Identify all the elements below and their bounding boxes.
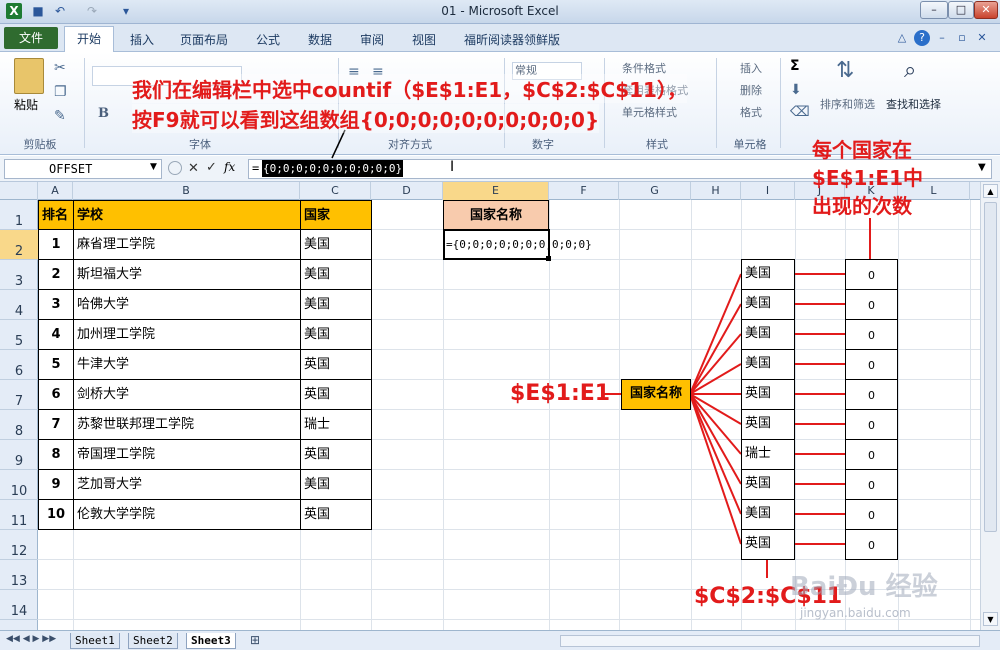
tab-sheet3[interactable]: Sheet3 <box>186 633 236 649</box>
diagram-count: 0 <box>845 439 898 470</box>
diagram-count: 0 <box>845 289 898 320</box>
diagram-center-label: 国家名称 <box>621 379 691 410</box>
diagram-country: 美国 <box>741 319 795 350</box>
diagram-country: 美国 <box>741 499 795 530</box>
diagram-country: 英国 <box>741 409 795 440</box>
connector-line <box>689 393 742 455</box>
diagram-count: 0 <box>845 349 898 380</box>
diagram-country: 英国 <box>741 469 795 500</box>
connector-line <box>689 273 742 395</box>
scroll-down-icon[interactable]: ▼ <box>983 612 998 626</box>
diagram-count: 0 <box>845 409 898 440</box>
diagram-country: 英国 <box>741 379 795 410</box>
diagram-country: 美国 <box>741 349 795 380</box>
baidu-watermark-logo: BaiÐu 经验 <box>790 572 938 602</box>
connector-line <box>689 393 742 515</box>
annotation-right-line3: 出现的次数 <box>812 194 912 218</box>
diagram-count: 0 <box>845 529 898 560</box>
diagram-count: 0 <box>845 319 898 350</box>
annotation-top-line1: 我们在编辑栏中选中countif（$E$1:E1，$C$2:$C$11）， <box>132 74 687 103</box>
pointer-line <box>331 129 346 159</box>
vertical-scrollbar[interactable]: ▲ ▼ <box>980 182 1000 630</box>
diagram-country: 美国 <box>741 259 795 290</box>
diagram-country: 美国 <box>741 289 795 320</box>
horizontal-scrollbar[interactable] <box>560 635 980 647</box>
sheet-tab-bar: ◀◀ ◀ ▶ ▶▶ Sheet1 Sheet2 Sheet3 ⊞ <box>0 630 1000 650</box>
sheet-nav-icons[interactable]: ◀◀ ◀ ▶ ▶▶ <box>6 634 56 644</box>
scroll-up-icon[interactable]: ▲ <box>983 184 998 198</box>
connector-line <box>689 303 742 395</box>
insert-sheet-icon[interactable]: ⊞ <box>250 633 260 647</box>
diagram-count: 0 <box>845 469 898 500</box>
diagram-country: 英国 <box>741 529 795 560</box>
tab-sheet2[interactable]: Sheet2 <box>128 633 178 649</box>
scroll-thumb[interactable] <box>984 202 997 532</box>
connector-line <box>689 333 742 395</box>
annotation-right-line1: 每个国家在 <box>812 138 912 162</box>
diagram-count: 0 <box>845 259 898 290</box>
annotation-top-line2: 按F9就可以看到这组数组{0;0;0;0;0;0;0;0;0;0} <box>132 104 600 133</box>
annotation-left-label: $E$1:E1 <box>510 381 611 406</box>
annotation-right-line2: $E$1:E1中 <box>812 166 923 190</box>
diagram-count: 0 <box>845 499 898 530</box>
diagram-count: 0 <box>845 379 898 410</box>
tab-sheet1[interactable]: Sheet1 <box>70 633 120 649</box>
diagram-country: 瑞士 <box>741 439 795 470</box>
baidu-watermark-url: jingyan.baidu.com <box>800 606 911 620</box>
